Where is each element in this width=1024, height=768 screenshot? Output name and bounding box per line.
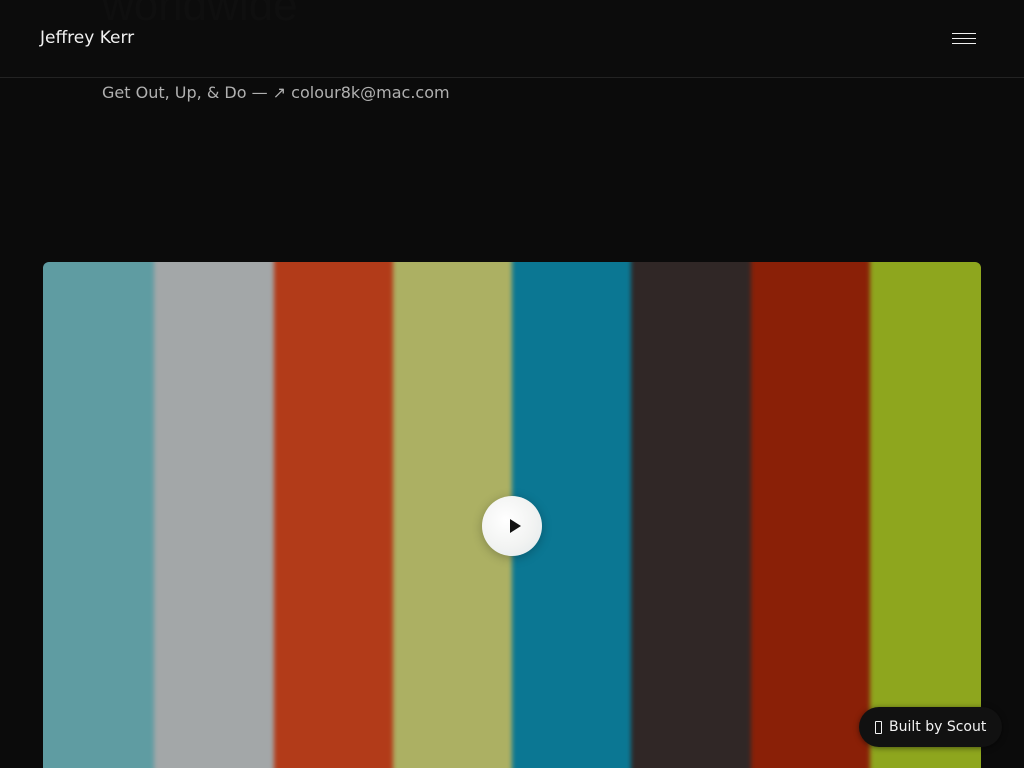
badge-label: Built by Scout <box>889 719 987 735</box>
built-by-scout-badge[interactable]: Built by Scout <box>859 707 1003 747</box>
hamburger-menu-icon <box>952 33 976 44</box>
color-bar <box>273 262 393 768</box>
site-title-link[interactable]: Jeffrey Kerr <box>40 26 134 50</box>
tagline-text: Get Out, Up, & Do — <box>102 83 273 102</box>
play-icon <box>510 519 521 533</box>
video-player[interactable] <box>43 262 981 768</box>
color-bar <box>154 262 274 768</box>
page: worldwide Jeffrey Kerr Get Out, Up, & Do… <box>0 0 1024 768</box>
box-icon <box>875 720 882 734</box>
color-bar <box>43 262 155 768</box>
site-header: Jeffrey Kerr <box>0 0 1024 78</box>
color-bar <box>869 262 981 768</box>
color-bar <box>750 262 870 768</box>
tagline: Get Out, Up, & Do — ↗ colour8k@mac.com <box>102 82 450 104</box>
email-link[interactable]: ↗ colour8k@mac.com <box>273 83 450 102</box>
menu-button[interactable] <box>940 22 988 54</box>
color-bar <box>631 262 751 768</box>
play-button[interactable] <box>482 496 542 556</box>
